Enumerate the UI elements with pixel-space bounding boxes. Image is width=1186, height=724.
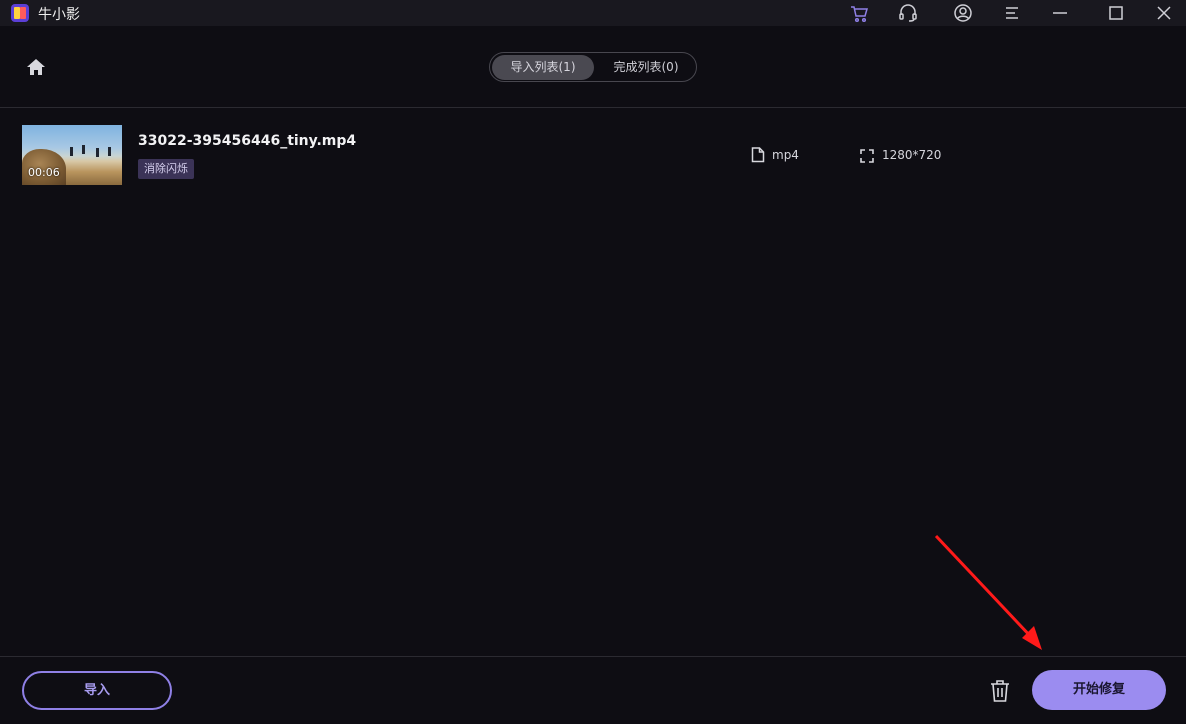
title-bar: 牛小影 — [0, 0, 1186, 26]
tab-import-list[interactable]: 导入列表(1) — [492, 55, 594, 80]
close-icon[interactable] — [1154, 3, 1174, 23]
headset-icon[interactable] — [898, 3, 918, 23]
list-tabs: 导入列表(1) 完成列表(0) — [489, 52, 697, 82]
tab-completed-list[interactable]: 完成列表(0) — [598, 55, 694, 80]
app-title: 牛小影 — [38, 7, 80, 23]
resolution-icon — [860, 148, 874, 163]
app-logo-icon — [10, 3, 30, 23]
header-divider — [0, 107, 1186, 108]
start-repair-button[interactable]: 开始修复 — [1032, 670, 1166, 710]
menu-icon[interactable] — [1002, 3, 1022, 23]
import-button[interactable]: 导入 — [22, 671, 172, 710]
video-thumbnail[interactable]: 00:06 — [22, 125, 122, 185]
user-icon[interactable] — [953, 3, 973, 23]
file-name: 33022-395456446_tiny.mp4 — [138, 133, 357, 149]
file-format-icon — [751, 147, 765, 163]
maximize-icon[interactable] — [1106, 3, 1126, 23]
trash-icon[interactable] — [989, 679, 1011, 703]
cart-icon[interactable] — [849, 3, 869, 23]
repair-mode-tag: 消除闪烁 — [138, 159, 194, 179]
video-duration: 00:06 — [28, 166, 60, 179]
file-resolution: 1280*720 — [882, 148, 942, 162]
minimize-icon[interactable] — [1050, 3, 1070, 23]
footer-divider — [0, 656, 1186, 657]
annotation-arrow — [934, 534, 1042, 650]
file-format: mp4 — [772, 148, 799, 162]
home-icon[interactable] — [26, 58, 46, 76]
